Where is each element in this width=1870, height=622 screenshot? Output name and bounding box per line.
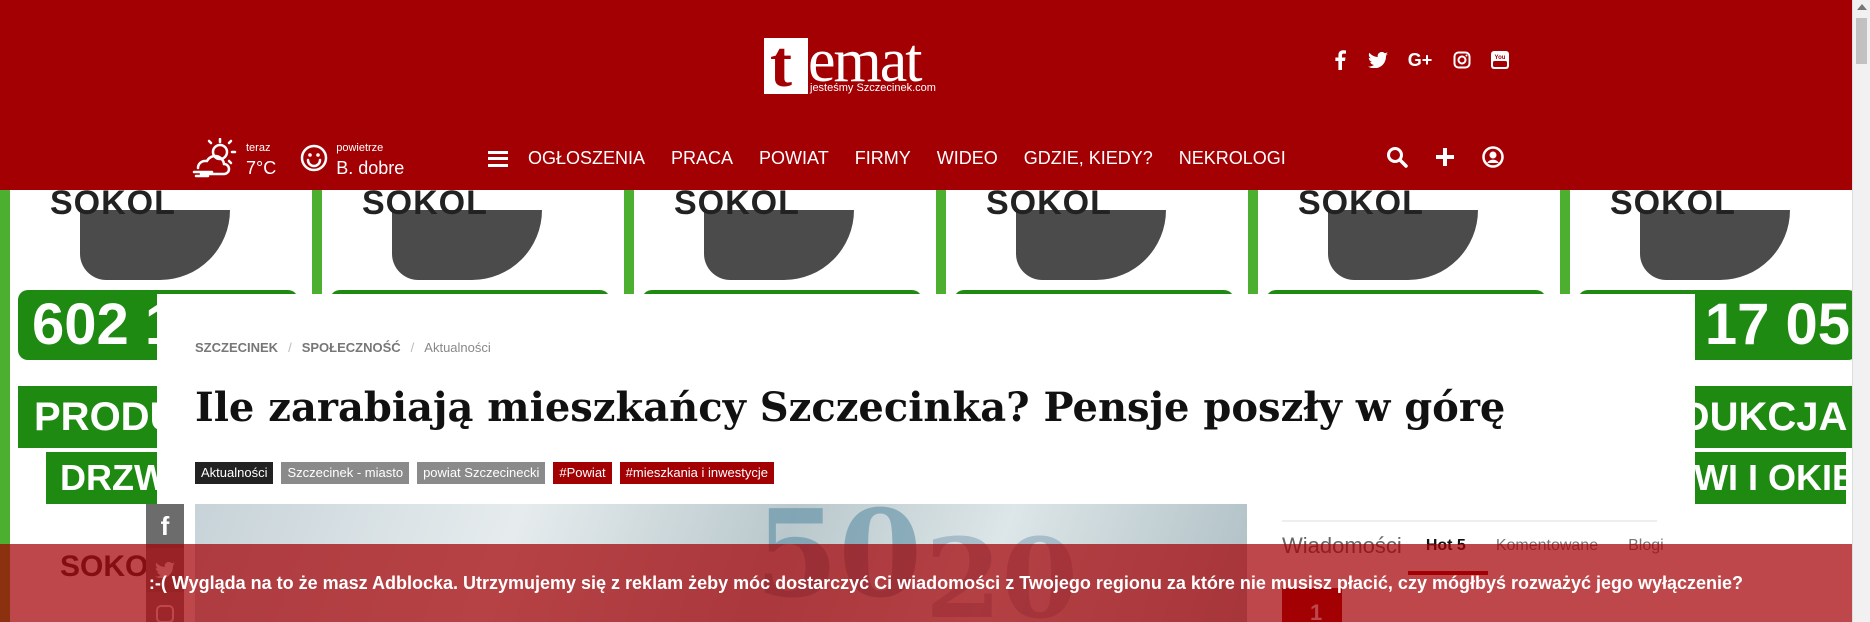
nav-item-gdzie-kiedy[interactable]: GDZIE, KIEDY? [1024,148,1153,169]
smiley-icon [300,144,328,177]
breadcrumb: SZCZECINEK / SPOŁECZNOŚĆ / Aktualności [195,340,491,355]
logo-box: t [764,32,808,98]
ad-brand: SOKOL [674,190,800,222]
menu-icon[interactable] [488,150,508,167]
weather-temperature: 7°C [246,158,277,178]
site-logo[interactable]: t emat jesteśmy Szczecinek.com [764,30,950,98]
nav-item-firmy[interactable]: FIRMY [855,148,911,169]
tag-powiat-szczecinecki[interactable]: powiat Szczecinecki [417,462,546,484]
article-tags: Aktualności Szczecinek - miasto powiat S… [195,462,774,484]
weather-now-label: teraz [246,142,271,154]
scroll-up-arrow-icon[interactable] [1857,4,1867,10]
breadcrumb-separator: / [410,340,415,355]
ad-brand: SOKOL [50,190,176,222]
header-tools [1386,146,1504,168]
tag-powiat[interactable]: #Powiat [553,462,612,484]
site-header: t emat jesteśmy Szczecinek.com G+ You te… [0,0,1852,190]
plus-icon[interactable] [1434,146,1456,168]
youtube-icon[interactable]: You [1490,50,1510,70]
air-quality-value: B. dobre [336,158,405,178]
instagram-icon[interactable] [1452,50,1472,70]
nav-item-powiat[interactable]: POWIAT [759,148,829,169]
adblock-notice[interactable]: :-( Wygląda na to że masz Adblocka. Utrz… [0,544,1852,622]
nav-item-praca[interactable]: PRACA [671,148,733,169]
social-links: G+ You [1330,50,1510,70]
facebook-share-icon[interactable]: f [146,504,184,548]
ad-brand: SOKOL [362,190,488,222]
scrollbar-thumb[interactable] [1856,18,1867,64]
search-icon[interactable] [1386,146,1408,168]
article-title: Ile zarabiają mieszkańcy Szczecinka? Pen… [195,384,1506,431]
twitter-icon[interactable] [1368,50,1388,70]
logo-tagline: jesteśmy Szczecinek.com [810,82,936,94]
main-nav: OGŁOSZENIA PRACA POWIAT FIRMY WIDEO GDZI… [488,148,1312,169]
breadcrumb-separator: / [288,340,292,355]
weather-widget: teraz 7°C powietrze B. dobre [192,137,428,183]
svg-text:You: You [1495,55,1506,61]
breadcrumb-aktualnosci[interactable]: Aktualności [424,340,490,355]
facebook-icon[interactable] [1330,50,1350,70]
page-scrollbar[interactable] [1852,0,1870,622]
weather-now[interactable]: teraz 7°C [192,137,277,183]
tag-mieszkania-inwestycje[interactable]: #mieszkania i inwestycje [619,462,774,484]
air-quality[interactable]: powietrze B. dobre [300,142,404,179]
ad-brand: SOKOL [1298,190,1424,222]
user-icon[interactable] [1482,146,1504,168]
tag-aktualnosci[interactable]: Aktualności [195,462,274,484]
nav-item-nekrologi[interactable]: NEKROLOGI [1179,148,1286,169]
google-plus-icon[interactable]: G+ [1406,50,1434,70]
breadcrumb-spolecznosc[interactable]: SPOŁECZNOŚĆ [302,340,401,355]
breadcrumb-szczecinek[interactable]: SZCZECINEK [195,340,278,355]
adblock-message: :-( Wygląda na to że masz Adblocka. Utrz… [148,572,1744,593]
nav-item-ogloszenia[interactable]: OGŁOSZENIA [528,148,645,169]
tag-szczecinek-miasto[interactable]: Szczecinek - miasto [281,462,410,484]
air-quality-label: powietrze [336,142,384,154]
nav-item-wideo[interactable]: WIDEO [937,148,998,169]
logo-initial: t [770,28,792,101]
weather-cloud-sun-icon [192,137,238,183]
ad-brand: SOKOL [1610,190,1736,222]
ad-brand: SOKOL [986,190,1112,222]
